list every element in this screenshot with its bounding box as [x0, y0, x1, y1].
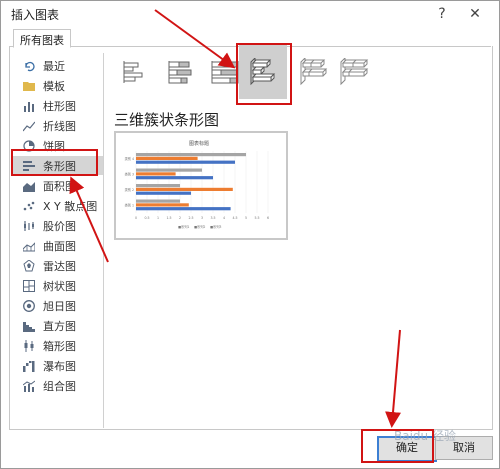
sidebar-item-label: 树状图: [43, 279, 76, 293]
annotation-box-subtype: [236, 43, 292, 105]
preview-x-tick: 0.5: [144, 216, 149, 220]
sidebar-item-box-whisker[interactable]: 箱形图: [13, 336, 103, 355]
sidebar-item-label: 箱形图: [43, 339, 76, 353]
sidebar-item-surface[interactable]: 曲面图: [13, 236, 103, 255]
sidebar-item-sunburst[interactable]: 旭日图: [13, 296, 103, 315]
preview-x-tick: 3.5: [210, 216, 215, 220]
preview-bar: [136, 176, 213, 180]
sidebar-item-label: 柱形图: [43, 99, 76, 113]
preview-bar: [136, 184, 180, 188]
sidebar-item-combo[interactable]: 组合图: [13, 376, 103, 395]
combo-chart-icon: [22, 379, 36, 393]
preview-chart-svg: 图表标题 0 0.5 1 1.5 2 2.5 3 3.5 4 4.5 5 5.5 6 类别 4 类别 3 类别 …: [125, 140, 269, 229]
treemap-chart-icon: [22, 279, 36, 293]
sidebar-item-label: 面积图: [43, 179, 76, 193]
clustered-bar-icon: [123, 61, 143, 83]
preview-category-label: 类别 2: [125, 187, 134, 192]
preview-bar: [136, 187, 233, 191]
close-button[interactable]: ✕: [464, 4, 486, 24]
preview-legend-item: ■系列2: [194, 224, 205, 229]
scatter-chart-icon: [22, 199, 36, 213]
column-chart-icon: [22, 99, 36, 113]
3d-percent-stacked-bar-icon: [340, 58, 369, 86]
sidebar-item-radar[interactable]: 雷达图: [13, 256, 103, 275]
sidebar-item-scatter[interactable]: X Y 散点图: [13, 196, 103, 215]
subtype-3d-percent-stacked-bar[interactable]: [329, 45, 377, 99]
sidebar-item-templates[interactable]: 模板: [13, 76, 103, 95]
sidebar-item-histogram[interactable]: 直方图: [13, 316, 103, 335]
undo-arrow-icon: [22, 59, 36, 73]
title-bar: 插入图表 ? ✕: [1, 1, 499, 27]
preview-bar: [136, 191, 191, 195]
preview-bar: [136, 168, 202, 172]
stock-chart-icon: [22, 219, 36, 233]
stacked-bar-icon: [168, 61, 192, 84]
folder-icon: [22, 79, 36, 93]
waterfall-chart-icon: [22, 359, 36, 373]
preview-x-tick: 6: [267, 216, 269, 220]
annotation-box-bar-category: [11, 149, 98, 176]
preview-x-tick: 4.5: [232, 216, 237, 220]
preview-bar: [136, 160, 235, 164]
sidebar-item-recent[interactable]: 最近: [13, 56, 103, 75]
insert-chart-dialog: 插入图表 ? ✕ 所有图表 最近 模板 柱形图 折线图 饼图 条形图 面积图 X…: [0, 0, 500, 469]
preview-x-tick: 4: [223, 216, 225, 220]
preview-x-tick: 5.5: [254, 216, 259, 220]
preview-bar: [136, 199, 180, 203]
dialog-title: 插入图表: [11, 8, 60, 22]
preview-x-tick: 5: [245, 216, 247, 220]
preview-x-tick: 1.5: [166, 216, 171, 220]
annotation-box-ok: [361, 429, 434, 463]
sunburst-chart-icon: [22, 299, 36, 313]
sidebar-item-label: 瀑布图: [43, 359, 76, 373]
preview-legend-item: ■系列1: [178, 224, 189, 229]
chart-preview[interactable]: 图表标题 0 0.5 1 1.5 2 2.5 3 3.5 4 4.5 5 5.5 6 类别 4 类别 3 类别 …: [114, 131, 288, 240]
sidebar-item-label: 直方图: [43, 319, 76, 333]
area-chart-icon: [22, 179, 36, 193]
preview-bar: [136, 153, 246, 157]
sidebar-item-line[interactable]: 折线图: [13, 116, 103, 135]
preview-x-tick: 2: [179, 216, 181, 220]
sidebar-item-label: 旭日图: [43, 299, 76, 313]
sidebar-item-stock[interactable]: 股价图: [13, 216, 103, 235]
sidebar-item-label: 组合图: [43, 379, 76, 393]
sidebar-item-label: X Y 散点图: [43, 199, 98, 213]
preview-category-label: 类别 1: [125, 202, 134, 207]
sidebar-item-treemap[interactable]: 树状图: [13, 276, 103, 295]
preview-legend-item: ■系列3: [210, 224, 221, 229]
3d-stacked-bar-icon: [300, 58, 328, 86]
preview-x-tick: 1: [157, 216, 159, 220]
sidebar-item-column[interactable]: 柱形图: [13, 96, 103, 115]
box-whisker-chart-icon: [22, 339, 36, 353]
tab-all-charts[interactable]: 所有图表: [13, 29, 71, 48]
subtype-clustered-bar[interactable]: [113, 45, 161, 99]
preview-x-tick: 3: [201, 216, 203, 220]
preview-bar: [136, 207, 231, 211]
radar-chart-icon: [22, 259, 36, 273]
sidebar-item-waterfall[interactable]: 瀑布图: [13, 356, 103, 375]
chart-category-list: 最近 模板 柱形图 折线图 饼图 条形图 面积图 X Y 散点图 股价图 曲面图…: [11, 53, 104, 428]
preview-category-label: 类别 3: [125, 171, 134, 176]
line-chart-icon: [22, 119, 36, 133]
subtype-title: 三维簇状条形图: [114, 111, 220, 129]
sidebar-item-label: 曲面图: [43, 239, 76, 253]
histogram-chart-icon: [22, 319, 36, 333]
sidebar-item-label: 雷达图: [43, 259, 76, 273]
sidebar-item-label: 折线图: [43, 119, 76, 133]
preview-bar: [136, 203, 189, 207]
help-button[interactable]: ?: [431, 4, 453, 24]
preview-category-label: 类别 4: [125, 156, 134, 161]
sidebar-item-area[interactable]: 面积图: [13, 176, 103, 195]
sidebar-item-label: 股价图: [43, 219, 76, 233]
sidebar-item-label: 最近: [43, 59, 65, 73]
preview-x-tick: 0: [135, 216, 137, 220]
preview-bar: [136, 172, 176, 176]
subtype-stacked-bar[interactable]: [158, 45, 206, 99]
sidebar-item-label: 模板: [43, 79, 65, 93]
surface-chart-icon: [22, 239, 36, 253]
preview-chart-title: 图表标题: [189, 140, 209, 147]
preview-x-tick: 2.5: [188, 216, 193, 220]
preview-bar: [136, 156, 198, 160]
